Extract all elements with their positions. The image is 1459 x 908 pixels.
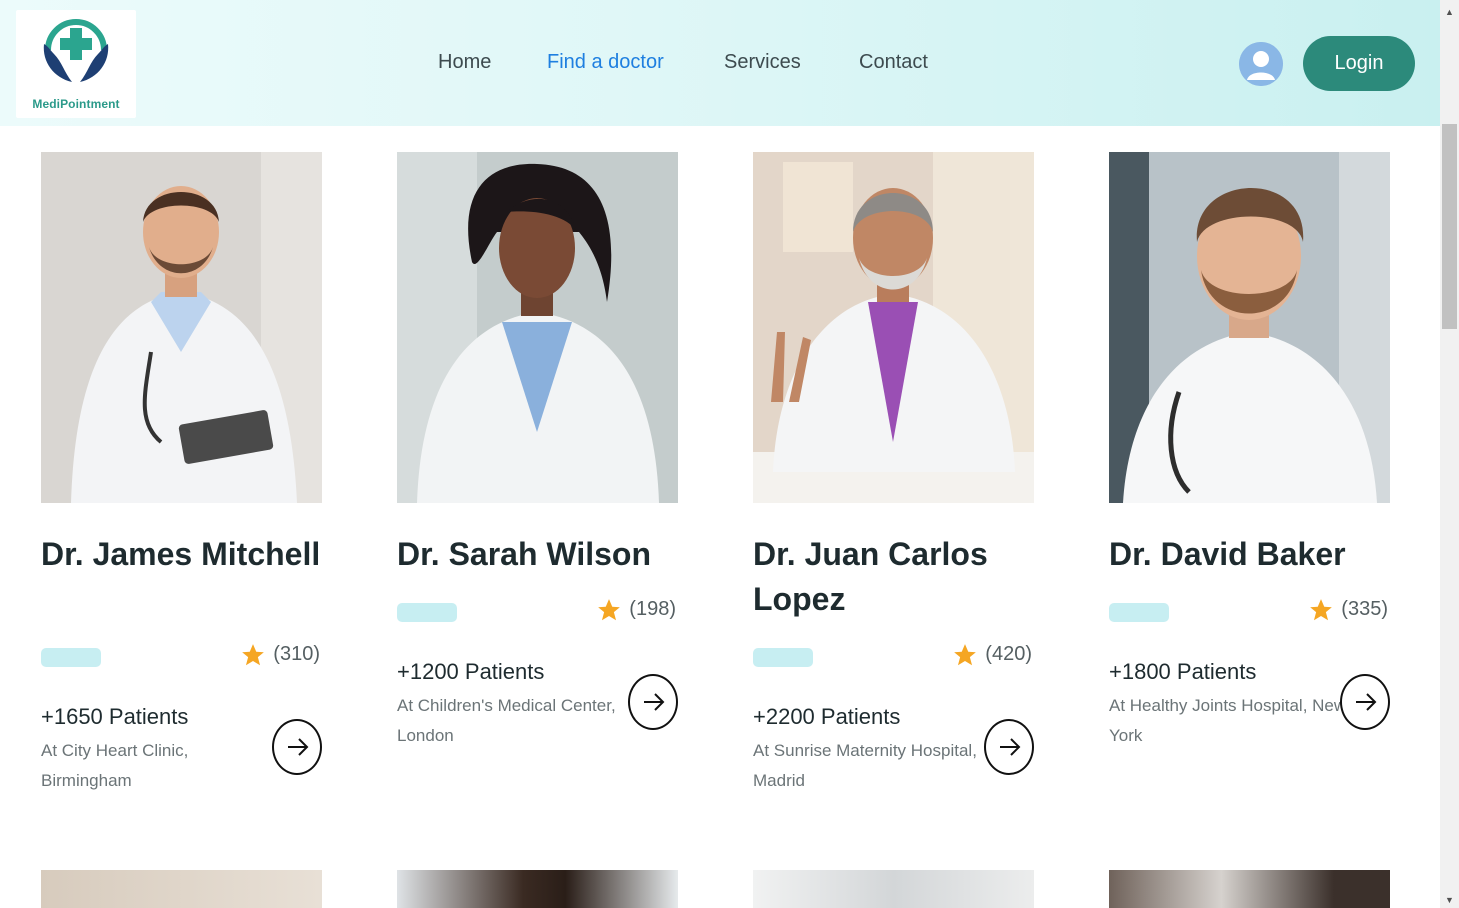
- specialty-badge: [1109, 603, 1169, 622]
- view-doctor-button[interactable]: [984, 719, 1034, 775]
- doctor-location: At Children's Medical Center, London: [397, 696, 616, 745]
- rating-row: (335): [1109, 597, 1390, 627]
- doctor-photo: [1109, 152, 1390, 503]
- view-doctor-button[interactable]: [272, 719, 322, 775]
- login-button[interactable]: Login: [1303, 36, 1415, 91]
- specialty-badge: [753, 648, 813, 667]
- main-nav: Home Find a doctor Services Contact: [0, 0, 1440, 126]
- user-avatar-icon[interactable]: [1239, 42, 1283, 86]
- doctor-photo: [753, 152, 1034, 503]
- rating-row: (198): [397, 597, 678, 627]
- view-doctor-button[interactable]: [1340, 674, 1390, 730]
- scroll-up-arrow-icon[interactable]: ▲: [1440, 4, 1459, 21]
- doctor-location: At Healthy Joints Hospital, New York: [1109, 696, 1347, 745]
- specialty-badge: [41, 648, 101, 667]
- specialty-badge: [397, 603, 457, 622]
- doctor-photo: [1109, 870, 1390, 908]
- nav-services[interactable]: Services: [724, 51, 801, 74]
- review-count: (198): [629, 598, 676, 620]
- nav-contact[interactable]: Contact: [859, 51, 928, 74]
- doctor-photo: [397, 152, 678, 503]
- scroll-thumb[interactable]: [1442, 124, 1457, 329]
- doctor-location: At City Heart Clinic, Birmingham: [41, 741, 189, 790]
- arrow-right-icon: [644, 693, 665, 711]
- doctor-name[interactable]: Dr. Sarah Wilson: [397, 532, 678, 577]
- rating-row: (310): [41, 642, 322, 672]
- doctor-photo: [397, 870, 678, 908]
- doctor-name[interactable]: Dr. James Mitchell: [41, 532, 322, 577]
- view-doctor-button[interactable]: [628, 674, 678, 730]
- page-scrollbar[interactable]: ▲ ▼: [1440, 0, 1459, 908]
- doctor-location: At Sunrise Maternity Hospital, Madrid: [753, 741, 977, 790]
- patient-count: +2200 Patients: [753, 704, 901, 729]
- nav-find-a-doctor[interactable]: Find a doctor: [547, 51, 664, 74]
- star-icon: [598, 599, 620, 621]
- arrow-right-icon: [1000, 738, 1021, 756]
- patient-count: +1800 Patients: [1109, 659, 1257, 684]
- doctor-photo: [41, 152, 322, 503]
- review-count: (310): [273, 643, 320, 665]
- scroll-down-arrow-icon[interactable]: ▼: [1440, 892, 1459, 908]
- arrow-right-icon: [288, 738, 309, 756]
- star-icon: [242, 644, 264, 666]
- star-icon: [1310, 599, 1332, 621]
- star-icon: [954, 644, 976, 666]
- patient-count: +1200 Patients: [397, 659, 545, 684]
- patient-count: +1650 Patients: [41, 704, 189, 729]
- review-count: (420): [985, 643, 1032, 665]
- nav-home[interactable]: Home: [438, 51, 491, 74]
- review-count: (335): [1341, 598, 1388, 620]
- doctor-name[interactable]: Dr. Juan Carlos Lopez: [753, 532, 1034, 622]
- doctor-photo: [753, 870, 1034, 908]
- doctor-name[interactable]: Dr. David Baker: [1109, 532, 1390, 577]
- doctor-photo: [41, 870, 322, 908]
- site-header: MediPointment Home Find a doctor Service…: [0, 0, 1440, 126]
- arrow-right-icon: [1356, 693, 1377, 711]
- rating-row: (420): [753, 642, 1034, 672]
